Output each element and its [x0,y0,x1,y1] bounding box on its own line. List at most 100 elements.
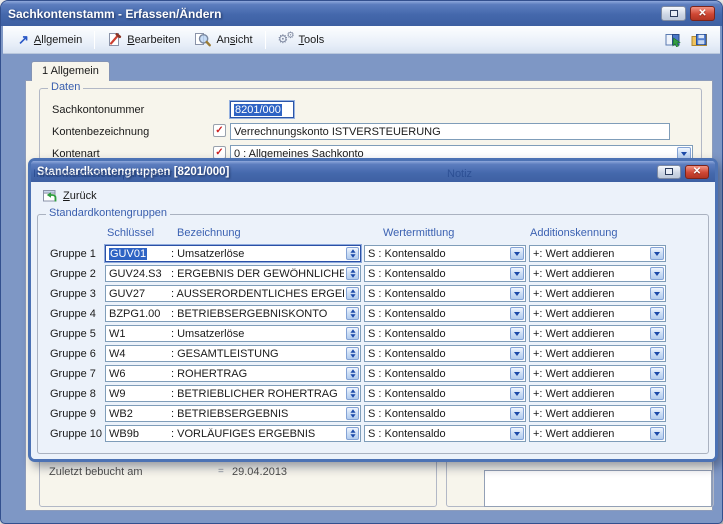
dropdown-arrow-icon[interactable] [510,267,524,280]
spinner-button[interactable] [346,287,359,300]
maximize-button[interactable] [661,6,686,21]
dropdown-arrow-icon[interactable] [510,327,524,340]
schluessel-input[interactable]: WB2 : BETRIEBSERGEBNIS [105,405,361,422]
zurueck-button[interactable]: Zurück [39,187,103,205]
wertermittlung-select[interactable]: S : Kontensaldo [364,325,526,342]
menu-tools-label: Tools [299,34,325,46]
close-icon: ✕ [693,166,701,177]
dropdown-arrow-icon[interactable] [510,287,524,300]
schluessel-input[interactable]: GUV27 : AUSSERORDENTLICHES ERGEBNIS [105,285,361,302]
wertermittlung-select[interactable]: S : Kontensaldo [364,425,526,442]
kontenbezeichnung-value: Verrechnungskonto ISTVERSTEUERUNG [234,126,441,138]
wertermittlung-select[interactable]: S : Kontensaldo [364,285,526,302]
wertermittlung-select[interactable]: S : Kontensaldo [364,305,526,322]
sachkontonummer-label: Sachkontonummer [52,104,144,116]
additionskennung-select[interactable]: +: Wert addieren [529,385,666,402]
spinner-button[interactable] [346,407,359,420]
dialog-body: Zurück Standardkontengruppen Schlüssel B… [31,182,715,459]
wertermittlung-select[interactable]: S : Kontensaldo [364,345,526,362]
spinner-button[interactable] [346,307,359,320]
kontenbezeichnung-label: Kontenbezeichnung [52,126,149,138]
schluessel-input[interactable]: BZPG1.00 : BETRIEBSERGEBNISKONTO [105,305,361,322]
tab-allgemein[interactable]: 1 Allgemein [31,61,110,81]
additionskennung-value: +: Wert addieren [533,388,614,400]
wertermittlung-select[interactable]: S : Kontensaldo [364,365,526,382]
spinner-button[interactable] [346,347,359,360]
menu-allgemein[interactable]: ↗ Allgemein [11,30,89,49]
main-toolbar: ↗ Allgemein Bearbeiten Ansi [3,26,720,54]
dropdown-arrow-icon[interactable] [510,407,524,420]
wertermittlung-value: S : Kontensaldo [368,388,446,400]
spinner-button[interactable] [346,267,359,280]
wertermittlung-select[interactable]: S : Kontensaldo [364,385,526,402]
dropdown-arrow-icon[interactable] [650,367,664,380]
equals-icon: = [218,466,224,477]
additionskennung-select[interactable]: +: Wert addieren [529,285,666,302]
close-button[interactable]: ✕ [690,6,715,21]
schluessel-input[interactable]: GUV24.S3 : ERGEBNIS DER GEWÖHNLICHEN GES [105,265,361,282]
sachkontonummer-input[interactable]: 8201/000 [230,101,294,118]
dropdown-arrow-icon[interactable] [650,427,664,440]
group-row-label: Gruppe 4 [50,308,96,320]
dropdown-arrow-icon[interactable] [650,387,664,400]
menu-ansicht[interactable]: Ansicht [187,29,259,50]
menu-tools[interactable]: ⚙⚙ Tools [271,29,332,50]
wertermittlung-select[interactable]: S : Kontensaldo [364,405,526,422]
schluessel-input[interactable]: W9 : BETRIEBLICHER ROHERTRAG [105,385,361,402]
additionskennung-select[interactable]: +: Wert addieren [529,405,666,422]
dropdown-arrow-icon[interactable] [650,347,664,360]
group-row-label: Gruppe 6 [50,348,96,360]
book-export-icon[interactable] [664,32,682,47]
schluessel-key: W6 [109,368,171,380]
rows-host: Gruppe 1 GUV01 : Umsatzerlöse S : Konten… [38,245,708,445]
dropdown-arrow-icon[interactable] [650,267,664,280]
kontenbezeichnung-input[interactable]: Verrechnungskonto ISTVERSTEUERUNG [230,123,670,140]
spinner-button[interactable] [346,387,359,400]
menu-bearbeiten[interactable]: Bearbeiten [100,29,187,50]
wertermittlung-select[interactable]: S : Kontensaldo [364,265,526,282]
main-titlebar[interactable]: Sachkontenstamm - Erfassen/Ändern ✕ [1,1,722,26]
schluessel-description: : ERGEBNIS DER GEWÖHNLICHEN GES [171,268,344,280]
dialog-maximize-button[interactable] [657,165,681,179]
additionskennung-select[interactable]: +: Wert addieren [529,425,666,442]
dropdown-arrow-icon[interactable] [510,347,524,360]
additionskennung-select[interactable]: +: Wert addieren [529,245,666,262]
dropdown-arrow-icon[interactable] [650,287,664,300]
group-row: Gruppe 6 W4 : GESAMTLEISTUNG S : Kontens… [38,345,708,365]
dropdown-arrow-icon[interactable] [510,427,524,440]
additionskennung-select[interactable]: +: Wert addieren [529,305,666,322]
spinner-button[interactable] [346,367,359,380]
save-icon[interactable] [691,32,708,47]
notiz-input[interactable] [484,470,712,507]
notiz-group-label: Notiz [447,168,472,180]
additionskennung-value: +: Wert addieren [533,308,614,320]
schluessel-input[interactable]: GUV01 : Umsatzerlöse [105,245,361,262]
dropdown-arrow-icon[interactable] [650,407,664,420]
spinner-button[interactable] [346,427,359,440]
column-additionskennung: Additionskennung [530,227,617,239]
schluessel-description: : BETRIEBLICHER ROHERTRAG [171,388,338,400]
dropdown-arrow-icon[interactable] [650,307,664,320]
dropdown-arrow-icon[interactable] [650,247,664,260]
schluessel-input[interactable]: W4 : GESAMTLEISTUNG [105,345,361,362]
schluessel-input[interactable]: W1 : Umsatzerlöse [105,325,361,342]
dropdown-arrow-icon[interactable] [510,387,524,400]
daten-groupbox: Daten Sachkontonummer 8201/000 Kontenbez… [39,88,702,160]
dropdown-arrow-icon[interactable] [510,307,524,320]
additionskennung-select[interactable]: +: Wert addieren [529,365,666,382]
menu-ansicht-label: Ansicht [216,34,252,46]
spinner-button[interactable] [346,327,359,340]
schluessel-input[interactable]: WB9b : VORLÄUFIGES ERGEBNIS [105,425,361,442]
additionskennung-select[interactable]: +: Wert addieren [529,265,666,282]
dropdown-arrow-icon[interactable] [650,327,664,340]
schluessel-description: : GESAMTLEISTUNG [171,348,279,360]
dialog-close-button[interactable]: ✕ [685,165,709,179]
additionskennung-select[interactable]: +: Wert addieren [529,345,666,362]
spinner-button[interactable] [346,247,359,260]
dropdown-arrow-icon[interactable] [510,247,524,260]
additionskennung-select[interactable]: +: Wert addieren [529,325,666,342]
schluessel-description: : ROHERTRAG [171,368,247,380]
dropdown-arrow-icon[interactable] [510,367,524,380]
wertermittlung-select[interactable]: S : Kontensaldo [364,245,526,262]
schluessel-input[interactable]: W6 : ROHERTRAG [105,365,361,382]
